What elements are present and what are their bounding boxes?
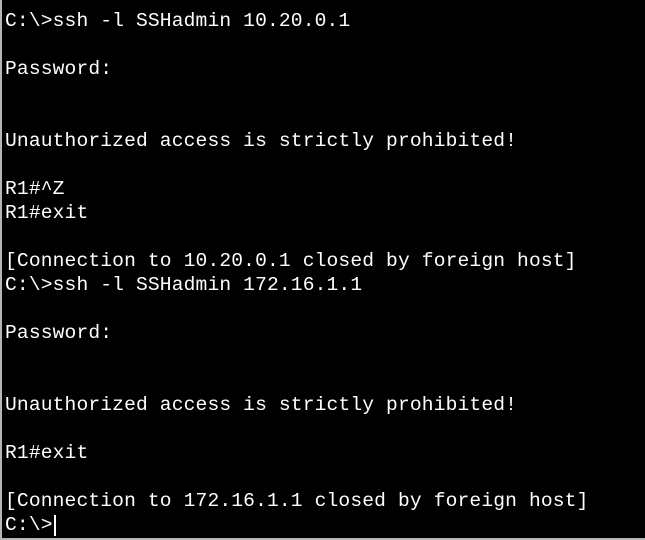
text-cursor (53, 514, 56, 536)
terminal-line: Unauthorized access is strictly prohibit… (5, 130, 518, 152)
terminal-output: C:\>ssh -l SSHadmin 10.20.0.1 Password: … (5, 9, 589, 537)
terminal-line: [Connection to 172.16.1.1 closed by fore… (5, 490, 589, 512)
terminal-line: C:\>ssh -l SSHadmin 10.20.0.1 (5, 10, 351, 32)
terminal-line: [Connection to 10.20.0.1 closed by forei… (5, 250, 577, 272)
terminal-window[interactable]: C:\>ssh -l SSHadmin 10.20.0.1 Password: … (0, 0, 645, 540)
terminal-line: R1#exit (5, 442, 89, 464)
terminal-line: C:\>ssh -l SSHadmin 172.16.1.1 (5, 274, 363, 296)
terminal-line: Unauthorized access is strictly prohibit… (5, 394, 518, 416)
terminal-line: Password: (5, 58, 113, 80)
terminal-line: Password: (5, 322, 113, 344)
terminal-line: R1#exit (5, 202, 89, 224)
command-prompt-line[interactable]: C:\> (5, 513, 589, 537)
command-prompt: C:\> (5, 514, 53, 536)
terminal-line: R1#^Z (5, 178, 65, 200)
